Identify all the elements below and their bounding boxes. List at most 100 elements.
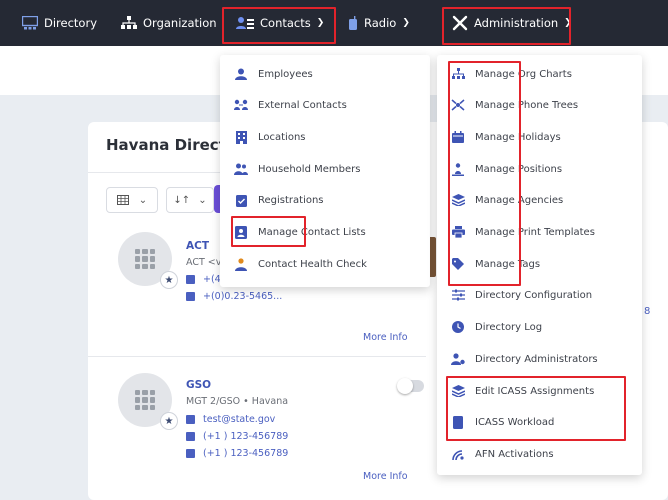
nav-contacts[interactable]: Contacts ❯: [236, 0, 324, 46]
sliders-icon: [451, 288, 465, 302]
chevron-down-icon: ⌄: [198, 194, 207, 206]
menu-item-manage-phone-trees[interactable]: Manage Phone Trees: [451, 95, 578, 115]
layers-icon: [451, 384, 465, 398]
nav-directory-label: Directory: [44, 16, 98, 30]
view-toggle-button[interactable]: ⌄: [106, 187, 158, 213]
menu-item-label: Registrations: [258, 194, 324, 206]
menu-item-icass-workload[interactable]: ICASS Workload: [451, 412, 554, 432]
clipboard-check-icon: [234, 193, 248, 207]
chevron-down-icon: ❯: [316, 18, 325, 28]
menu-item-manage-org-charts[interactable]: Manage Org Charts: [451, 64, 572, 84]
nav-organization[interactable]: Organization: [121, 0, 217, 46]
more-info-link[interactable]: More Info: [363, 471, 408, 482]
person-icon: [234, 67, 248, 81]
menu-item-manage-holidays[interactable]: Manage Holidays: [451, 127, 561, 147]
clock-icon: [451, 320, 465, 334]
menu-item-label: Directory Administrators: [475, 353, 598, 365]
entry-divider: [88, 356, 426, 357]
contact-name[interactable]: GSO: [186, 379, 211, 391]
document-icon: [451, 415, 465, 429]
menu-item-manage-print-templates[interactable]: Manage Print Templates: [451, 222, 595, 242]
chevron-down-icon: ❯: [564, 18, 572, 28]
menu-item-label: Manage Contact Lists: [258, 226, 366, 238]
favorite-star-icon[interactable]: ★: [161, 272, 177, 288]
contact-email[interactable]: test@state.gov: [186, 414, 275, 425]
menu-item-directory-configuration[interactable]: Directory Configuration: [451, 285, 592, 305]
contacts-icon: [236, 17, 254, 29]
nav-directory[interactable]: Directory: [22, 0, 97, 46]
menu-item-employees[interactable]: Employees: [234, 64, 313, 84]
administration-menu: Manage Org Charts Manage Phone Trees Man…: [437, 55, 642, 475]
contact-phone-value: (+1 ) 123-456789: [203, 448, 289, 459]
menu-item-label: Household Members: [258, 163, 361, 175]
linked-people-icon: [234, 98, 248, 112]
layers-icon: [451, 193, 465, 207]
menu-item-label: AFN Activations: [475, 448, 554, 460]
contact-phone-value: +(4: [203, 274, 221, 285]
menu-item-contact-health-check[interactable]: Contact Health Check: [234, 254, 367, 274]
building-grid-icon: [135, 390, 155, 410]
contact-phone[interactable]: +(4: [186, 274, 221, 285]
menu-item-registrations[interactable]: Registrations: [234, 190, 324, 210]
menu-item-manage-contact-lists[interactable]: Manage Contact Lists: [234, 222, 366, 242]
group-icon: [234, 162, 248, 176]
menu-item-label: Manage Print Templates: [475, 226, 595, 238]
menu-item-label: External Contacts: [258, 99, 347, 111]
satellite-icon: [451, 447, 465, 461]
menu-item-label: Edit ICASS Assignments: [475, 385, 595, 397]
menu-item-household-members[interactable]: Household Members: [234, 159, 360, 179]
nav-contacts-label: Contacts: [260, 16, 311, 30]
more-info-link[interactable]: More Info: [363, 332, 408, 343]
menu-item-manage-tags[interactable]: Manage Tags: [451, 254, 540, 274]
menu-item-label: Manage Phone Trees: [475, 99, 579, 111]
contact-phone[interactable]: +(0)0.23-5465...: [186, 291, 282, 302]
contact-phone[interactable]: (+1 ) 123-456789: [186, 448, 288, 459]
contact-phone[interactable]: (+1 ) 123-456789: [186, 431, 288, 442]
phone-icon: [186, 449, 195, 458]
building-icon: [234, 130, 248, 144]
radio-icon: [349, 16, 357, 30]
org-chart-icon: [121, 16, 137, 29]
contact-email-value: test@state.gov: [203, 414, 276, 425]
chevron-down-icon: ❯: [402, 18, 410, 28]
contact-subtitle: ACT <v: [186, 257, 222, 268]
favorite-star-icon[interactable]: ★: [161, 413, 177, 429]
contacts-menu: Employees External Contacts Locations Ho…: [220, 55, 430, 287]
calendar-icon: [451, 130, 465, 144]
card-title: Havana Directo: [106, 136, 226, 154]
menu-item-directory-log[interactable]: Directory Log: [451, 317, 542, 337]
menu-item-label: Locations: [258, 131, 306, 143]
phone-icon: [186, 292, 195, 301]
menu-item-label: Manage Positions: [475, 163, 563, 175]
menu-item-manage-agencies[interactable]: Manage Agencies: [451, 190, 563, 210]
phone-icon: [186, 432, 195, 441]
contact-phone-value: (+1 ) 123-456789: [203, 431, 289, 442]
menu-item-label: Directory Log: [475, 321, 543, 333]
contact-subtitle: MGT 2/GSO • Havana: [186, 396, 289, 407]
menu-item-label: Employees: [258, 68, 313, 80]
menu-item-directory-administrators[interactable]: Directory Administrators: [451, 349, 598, 369]
nav-administration[interactable]: Administration ❯: [452, 0, 572, 46]
menu-item-label: Manage Tags: [475, 258, 541, 270]
contact-phone-value: +(0)0.23-5465...: [203, 291, 283, 302]
nav-radio[interactable]: Radio ❯: [348, 0, 410, 46]
menu-item-label: Manage Holidays: [475, 131, 561, 143]
admin-user-icon: [451, 352, 465, 366]
menu-item-label: ICASS Workload: [475, 416, 555, 428]
menu-item-external-contacts[interactable]: External Contacts: [234, 95, 347, 115]
nav-organization-label: Organization: [143, 16, 217, 30]
menu-item-locations[interactable]: Locations: [234, 127, 306, 147]
org-chart-icon: [451, 67, 465, 81]
contact-toggle[interactable]: [397, 378, 424, 394]
menu-item-afn-activations[interactable]: AFN Activations: [451, 444, 554, 464]
menu-item-edit-icass-assignments[interactable]: Edit ICASS Assignments: [451, 381, 594, 401]
side-count: 8: [644, 306, 651, 317]
menu-item-manage-positions[interactable]: Manage Positions: [451, 159, 562, 179]
sort-icon: ↓↑: [173, 194, 191, 206]
contact-name[interactable]: ACT: [186, 240, 209, 252]
tools-icon: [452, 15, 468, 31]
email-icon: [186, 415, 195, 424]
sort-button[interactable]: ↓↑ ⌄: [166, 187, 214, 213]
building-grid-icon: [135, 249, 155, 269]
menu-item-label: Manage Org Charts: [475, 68, 572, 80]
